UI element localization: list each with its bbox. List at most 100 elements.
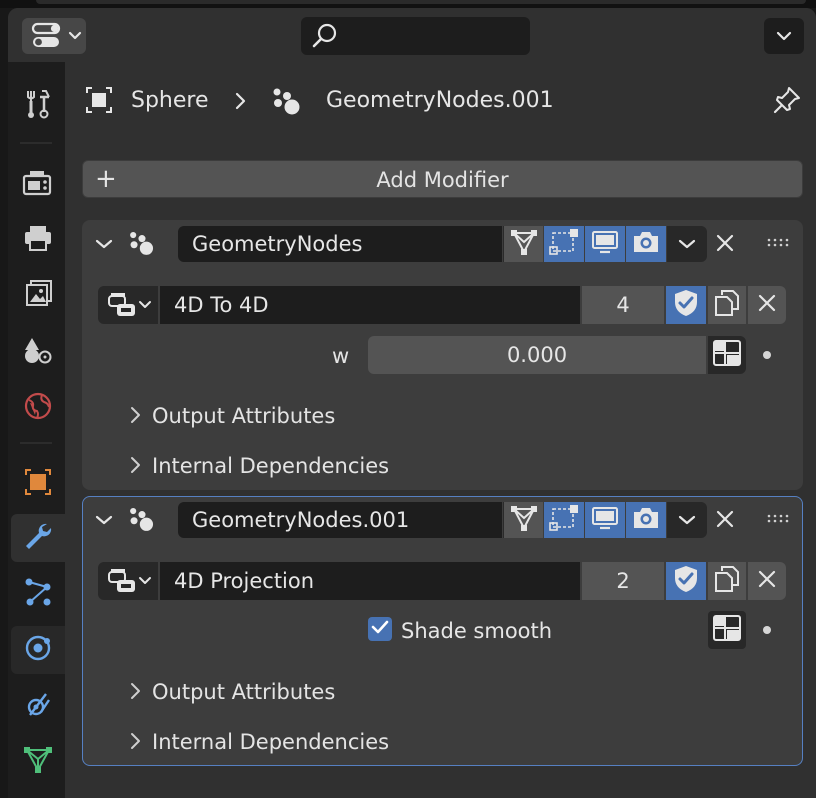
fake-user-toggle[interactable] (666, 562, 706, 600)
edit-mode-toggle[interactable] (503, 502, 543, 538)
close-icon[interactable] (714, 508, 736, 530)
attribute-toggle-button[interactable] (708, 611, 746, 649)
physics-icon (22, 632, 54, 668)
tab-physics[interactable] (11, 626, 65, 674)
duplicate-icon (713, 289, 741, 321)
collapse-chevron-icon[interactable] (94, 234, 114, 254)
geometry-nodes-icon (269, 86, 305, 116)
breadcrumb: Sphere GeometryNodes.001 (79, 80, 800, 120)
collapse-chevron-icon[interactable] (94, 510, 114, 530)
modifier-header: GeometryNodes.001 (83, 497, 802, 545)
cage-toggle[interactable] (544, 502, 584, 538)
tab-object[interactable] (11, 460, 65, 508)
modifier-panel-area: Sphere GeometryNodes.001 + Add Modifier (65, 62, 816, 798)
modifier-extras-dropdown[interactable] (667, 226, 707, 262)
view-layer-icon (22, 278, 54, 314)
chevron-right-icon[interactable] (130, 406, 142, 428)
checkmark-icon (371, 619, 389, 639)
close-icon[interactable] (714, 232, 736, 254)
tab-view-layer[interactable] (11, 272, 65, 320)
node-group-browse[interactable] (98, 562, 158, 600)
monitor-icon (590, 228, 620, 260)
attribute-toggle-button[interactable] (708, 336, 746, 374)
edit-mode-toggle[interactable] (503, 226, 543, 262)
options-button[interactable] (764, 18, 804, 54)
object-icon (83, 84, 115, 116)
viewport-toggle[interactable] (585, 502, 625, 538)
modifier-header: GeometryNodes (82, 220, 803, 268)
attribute-icon (712, 339, 742, 371)
tab-data[interactable] (11, 738, 65, 786)
edit-mode-icon (509, 504, 539, 536)
chevron-right-icon[interactable] (130, 456, 142, 478)
shield-icon (672, 564, 700, 598)
cage-icon (549, 504, 579, 536)
render-toggle[interactable] (626, 502, 666, 538)
node-group-browse[interactable] (98, 286, 158, 324)
output-attributes-subpanel[interactable]: Output Attributes (152, 404, 335, 428)
node-group-user-count[interactable]: 4 (582, 286, 664, 324)
world-icon (22, 390, 54, 426)
scene-icon (22, 334, 54, 370)
node-tree-icon (104, 290, 138, 320)
modifier-panel: GeometryNodes 4D To 4D 4 w 0.000 Output … (82, 220, 803, 490)
chevron-down-icon (138, 299, 152, 311)
chevron-down-icon (678, 235, 696, 254)
object-icon (22, 466, 54, 502)
keyframe-dot[interactable] (763, 351, 771, 359)
close-icon (757, 293, 777, 317)
node-group-user-count[interactable]: 2 (582, 562, 664, 600)
breadcrumb-object: Sphere (131, 88, 209, 113)
modifier-name-field[interactable]: GeometryNodes.001 (178, 502, 502, 538)
cage-toggle[interactable] (544, 226, 584, 262)
duplicate-node-group-button[interactable] (708, 286, 746, 324)
chevron-down-icon (68, 28, 82, 44)
add-modifier-label: Add Modifier (376, 168, 509, 192)
tab-render[interactable] (11, 160, 65, 208)
geometry-nodes-icon (126, 504, 158, 534)
internal-dependencies-subpanel[interactable]: Internal Dependencies (152, 454, 389, 478)
modifier-extras-dropdown[interactable] (667, 502, 707, 538)
duplicate-node-group-button[interactable] (708, 562, 746, 600)
tab-scene[interactable] (11, 328, 65, 376)
drag-handle-icon[interactable] (766, 236, 792, 250)
drag-handle-icon[interactable] (766, 512, 792, 526)
keyframe-dot[interactable] (763, 626, 771, 634)
internal-dependencies-subpanel[interactable]: Internal Dependencies (152, 730, 389, 754)
shade-smooth-label[interactable]: Shade smooth (401, 619, 552, 643)
unlink-node-group-button[interactable] (748, 562, 786, 600)
render-toggle[interactable] (626, 226, 666, 262)
tab-world[interactable] (11, 384, 65, 432)
modifier-name-field[interactable]: GeometryNodes (178, 226, 502, 262)
input-field-w[interactable]: 0.000 (368, 336, 706, 374)
top-strip (0, 0, 816, 8)
properties-editor-icon (30, 22, 64, 49)
node-tree-icon (104, 566, 138, 596)
chevron-down-icon (776, 28, 792, 44)
edit-mode-icon (509, 228, 539, 260)
tab-separator (20, 142, 52, 144)
shade-smooth-checkbox[interactable] (368, 617, 392, 641)
node-group-name[interactable]: 4D Projection (160, 562, 580, 600)
fake-user-toggle[interactable] (666, 286, 706, 324)
output-attributes-subpanel[interactable]: Output Attributes (152, 680, 335, 704)
search-input[interactable] (301, 17, 530, 55)
node-group-name[interactable]: 4D To 4D (160, 286, 580, 324)
input-value-w: 0.000 (506, 343, 568, 367)
tab-constraints[interactable] (11, 682, 65, 730)
tab-modifiers[interactable] (11, 514, 65, 562)
properties-editor: Sphere GeometryNodes.001 + Add Modifier (8, 8, 816, 798)
tab-tool[interactable] (11, 82, 65, 130)
editor-type-button[interactable] (22, 18, 86, 54)
chevron-right-icon[interactable] (130, 682, 142, 704)
tab-output[interactable] (11, 216, 65, 264)
modifier-panel-active: GeometryNodes.001 4D Projection 2 Shade … (82, 496, 803, 766)
breadcrumb-modifier: GeometryNodes.001 (326, 88, 554, 113)
viewport-toggle[interactable] (585, 226, 625, 262)
pin-icon[interactable] (771, 84, 803, 116)
tab-particles[interactable] (11, 570, 65, 618)
unlink-node-group-button[interactable] (748, 286, 786, 324)
add-modifier-button[interactable]: + Add Modifier (82, 160, 803, 198)
shield-icon (672, 288, 700, 322)
chevron-right-icon[interactable] (130, 732, 142, 754)
